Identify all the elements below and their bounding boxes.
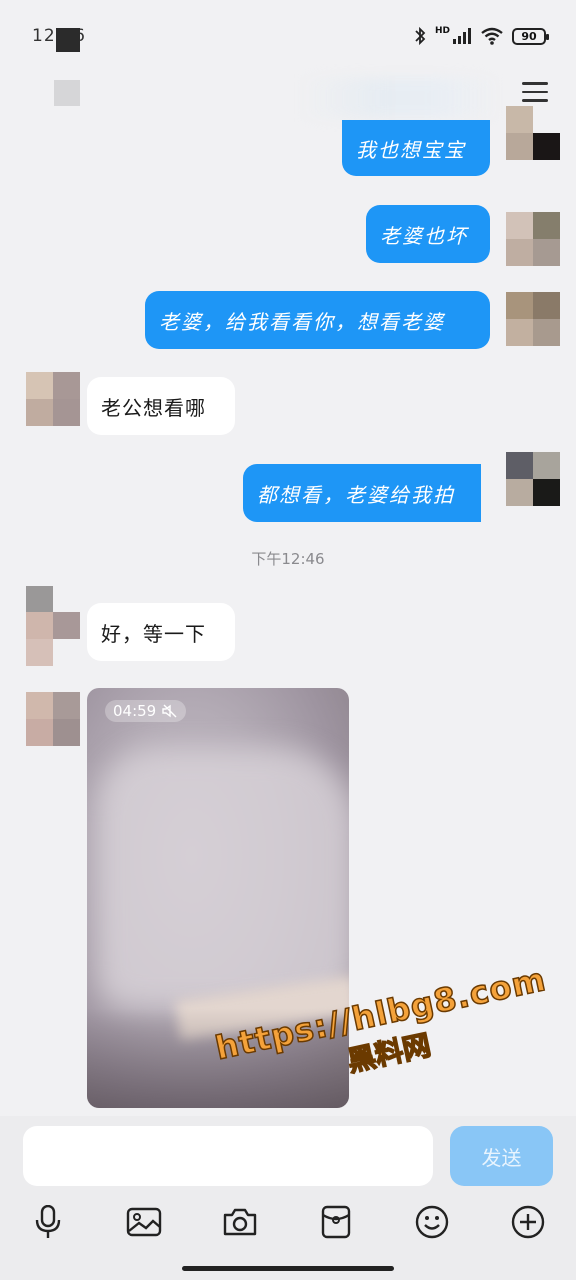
muted-speaker-icon — [162, 704, 177, 718]
message-timestamp: 下午12:46 — [251, 550, 325, 568]
privacy-mask — [56, 28, 80, 52]
avatar[interactable] — [26, 692, 80, 746]
signal-icon — [453, 28, 471, 44]
home-indicator[interactable] — [182, 1266, 394, 1271]
avatar[interactable] — [506, 452, 560, 506]
message-bubble-outgoing[interactable]: 都想看，老婆给我拍 — [243, 464, 481, 522]
emoji-icon[interactable] — [412, 1202, 452, 1242]
message-text: 都想看，老婆给我拍 — [257, 482, 455, 507]
message-bubble-incoming[interactable]: 好，等一下 — [87, 603, 235, 661]
avatar[interactable] — [506, 212, 560, 266]
message-bubble-outgoing[interactable]: 老婆，给我看看你，想看老婆 — [145, 291, 490, 349]
red-packet-icon[interactable] — [316, 1202, 356, 1242]
avatar[interactable] — [26, 372, 80, 426]
message-text: 好，等一下 — [101, 621, 206, 646]
wifi-icon — [481, 27, 503, 45]
hamburger-menu-icon[interactable] — [522, 82, 548, 104]
send-button[interactable]: 发送 — [450, 1126, 553, 1186]
message-bubble-outgoing[interactable]: 我也想宝宝 — [342, 120, 490, 176]
avatar[interactable] — [506, 106, 560, 160]
camera-icon[interactable] — [220, 1202, 260, 1242]
avatar[interactable] — [26, 586, 80, 666]
message-text: 我也想宝宝 — [356, 137, 466, 162]
chat-title-blurred — [300, 78, 500, 118]
video-duration: 04:59 — [113, 702, 157, 720]
status-bar: 12:46 HD 90 — [0, 0, 576, 70]
image-icon[interactable] — [124, 1202, 164, 1242]
chat-header — [0, 70, 576, 126]
message-bubble-outgoing[interactable]: 老婆也坏 — [366, 205, 490, 263]
avatar[interactable] — [506, 292, 560, 346]
message-text: 老婆，给我看看你，想看老婆 — [159, 309, 445, 334]
message-text: 老婆也坏 — [380, 223, 468, 248]
message-input[interactable] — [23, 1126, 433, 1186]
bluetooth-icon — [415, 26, 426, 46]
video-frame-content — [97, 748, 349, 1008]
microphone-icon[interactable] — [28, 1202, 68, 1242]
message-text: 老公想看哪 — [101, 395, 206, 420]
composer-toolbar — [0, 1202, 576, 1242]
message-bubble-incoming[interactable]: 老公想看哪 — [87, 377, 235, 435]
battery-indicator: 90 — [512, 27, 549, 45]
status-icons: HD 90 — [413, 26, 549, 46]
video-duration-badge: 04:59 — [105, 700, 187, 722]
back-button[interactable] — [54, 80, 80, 106]
composer: 发送 — [0, 1116, 576, 1280]
network-type-label: HD — [434, 26, 450, 36]
plus-icon[interactable] — [508, 1202, 548, 1242]
